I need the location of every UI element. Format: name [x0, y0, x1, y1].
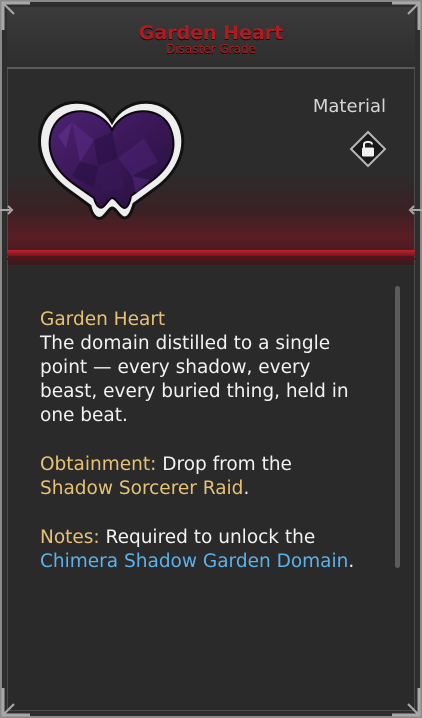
notes-label: Notes:: [40, 527, 100, 548]
frame-corner-bottom-right: [390, 686, 422, 718]
grade-divider-shadow: [7, 258, 415, 260]
title-bar: Garden Heart Disaster Grade: [7, 7, 415, 69]
item-tooltip-card: Garden Heart Disaster Grade Material Gar…: [0, 0, 422, 718]
item-grade: Disaster Grade: [166, 42, 256, 56]
frame-corner-bottom-left: [0, 686, 32, 718]
notes-text: Required to unlock the: [99, 527, 316, 548]
frame-notch-left: [0, 200, 14, 219]
domain-link[interactable]: Chimera Shadow Garden Domain: [40, 551, 348, 572]
description-text: Garden Heart The domain distilled to a s…: [40, 308, 370, 599]
obtainment-end: .: [243, 478, 250, 499]
obtainment-text: Drop from the: [156, 454, 292, 475]
padlock-icon[interactable]: [349, 130, 387, 168]
description-scrollbar[interactable]: [395, 286, 400, 568]
frame-corner-top-left: [0, 0, 32, 32]
frame-corner-top-right: [390, 0, 422, 32]
obtainment-source: Shadow Sorcerer Raid: [40, 478, 244, 499]
corrupted-purple-heart-icon: [32, 92, 192, 227]
frame-notch-right: [408, 200, 422, 219]
grade-divider: [7, 250, 415, 256]
obtainment-label: Obtainment:: [40, 454, 157, 475]
notes-end: .: [348, 551, 355, 572]
item-name: Garden Heart: [138, 22, 284, 44]
description-heading: Garden Heart: [40, 309, 166, 330]
description-body: The domain distilled to a single point —…: [40, 333, 349, 426]
item-type: Material: [312, 96, 386, 117]
